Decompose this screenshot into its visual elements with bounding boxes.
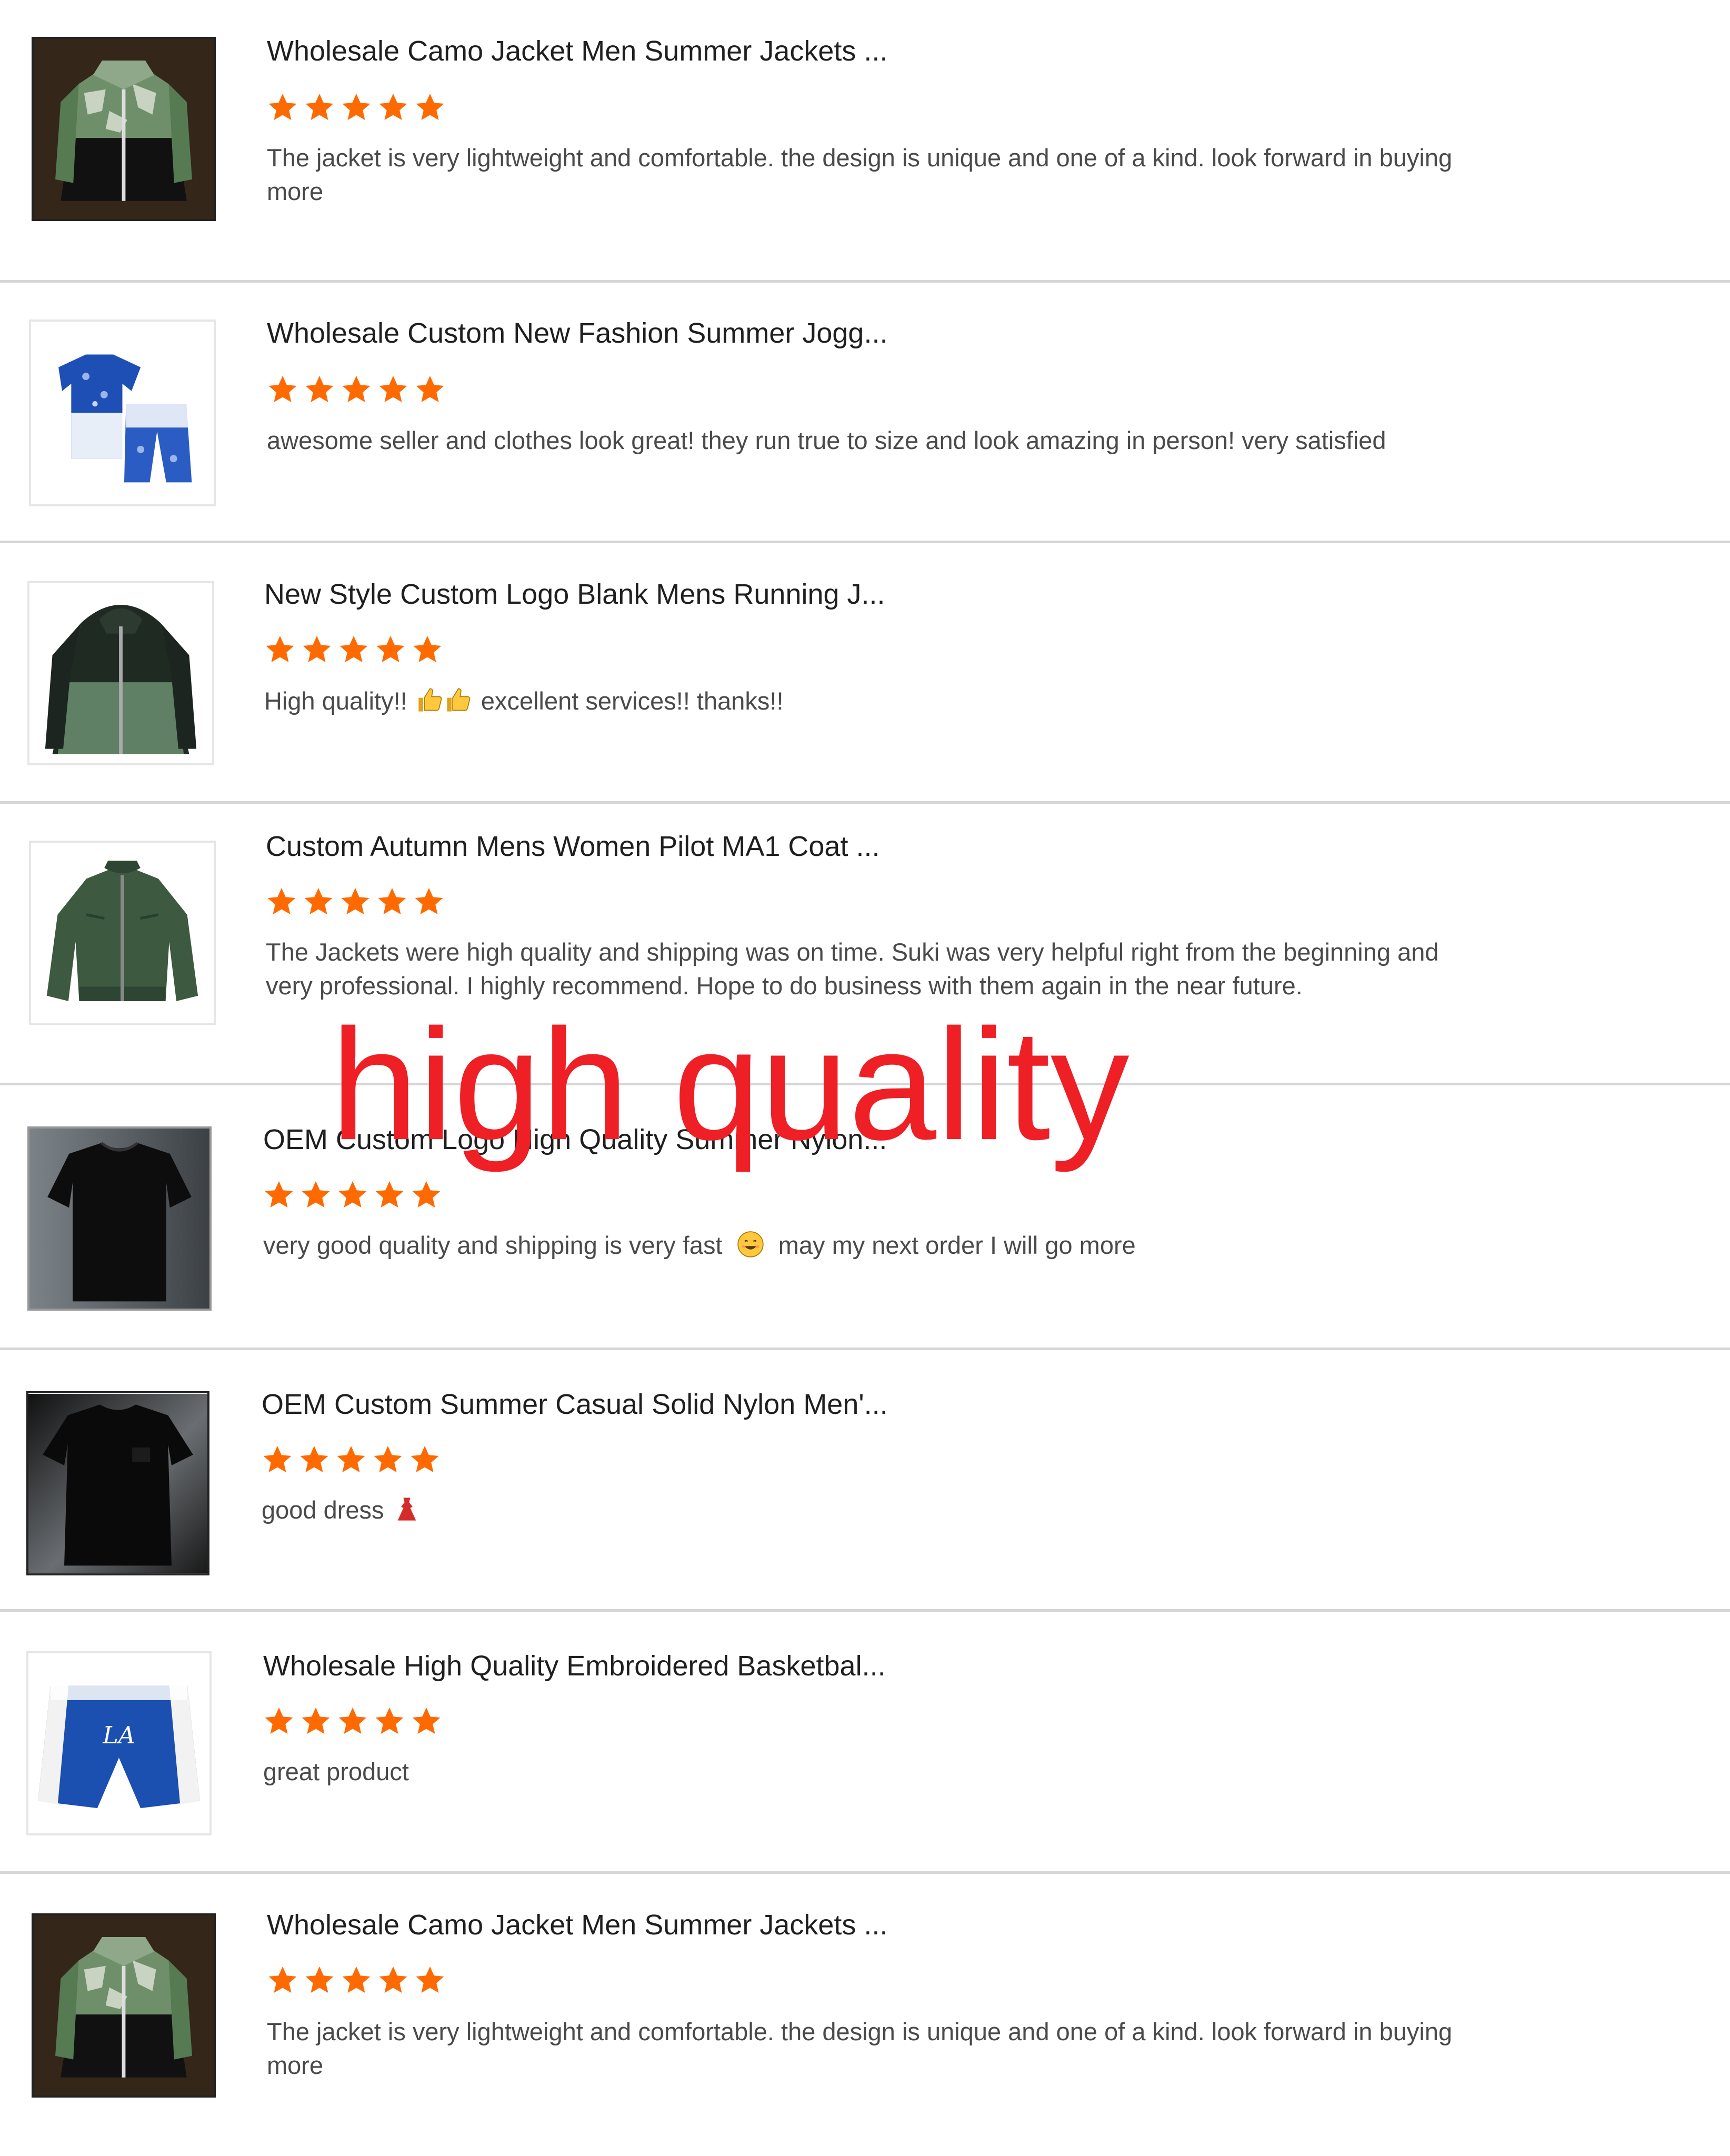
review-text-end: excellent services!! thanks!!: [481, 687, 784, 715]
star-icon: [304, 1964, 335, 1996]
star-icon: [377, 92, 409, 123]
rating-stars: [266, 886, 445, 917]
product-title[interactable]: Wholesale Camo Jacket Men Summer Jackets…: [267, 34, 887, 68]
star-icon: [304, 92, 335, 123]
review-item[interactable]: Wholesale Camo Jacket Men Summer Jackets…: [0, 1874, 1730, 2156]
review-text: The Jackets were high quality and shippi…: [266, 938, 1439, 1000]
review-text: The jacket is very lightweight and comfo…: [267, 2018, 1453, 2079]
thumbs-up-icon: [445, 686, 472, 714]
green-running-jacket-image: [31, 583, 211, 763]
review-text-end: may my next order I will go more: [778, 1231, 1136, 1259]
star-icon: [263, 1705, 295, 1737]
dress-icon: [393, 1495, 421, 1523]
thumbs-up-icon: [416, 686, 444, 714]
camo-jacket-image: [34, 39, 214, 219]
rating-stars: [262, 1444, 441, 1475]
review-text: very good quality and shipping is very f…: [263, 1229, 1474, 1262]
star-icon: [377, 374, 409, 405]
star-icon: [374, 1179, 405, 1211]
star-icon: [337, 1705, 368, 1737]
review-item[interactable]: LA Wholesale High Quality Embroidered Ba…: [0, 1612, 1730, 1872]
camo-jacket-image: [34, 1915, 214, 2095]
star-icon: [303, 886, 334, 917]
overlay-caption: high quality: [331, 996, 1129, 1173]
product-title[interactable]: Wholesale Custom New Fashion Summer Jogg…: [267, 316, 887, 351]
product-thumbnail[interactable]: [29, 320, 216, 506]
star-icon: [263, 1179, 295, 1211]
star-icon: [298, 1444, 330, 1475]
black-tshirt-dark-image: [28, 1394, 207, 1573]
product-thumbnail[interactable]: [26, 1391, 209, 1575]
star-icon: [267, 1964, 298, 1996]
product-thumbnail[interactable]: [32, 37, 216, 221]
star-icon: [409, 1444, 441, 1475]
star-icon: [411, 1179, 442, 1211]
rating-stars: [267, 92, 446, 123]
product-title[interactable]: New Style Custom Logo Blank Mens Running…: [264, 577, 885, 612]
star-icon: [341, 1964, 372, 1996]
star-icon: [372, 1444, 404, 1475]
star-icon: [414, 374, 446, 405]
product-title[interactable]: Custom Autumn Mens Women Pilot MA1 Coat …: [266, 829, 879, 864]
review-text: great product: [263, 1758, 409, 1785]
product-thumbnail[interactable]: [32, 1913, 216, 2098]
product-title[interactable]: Wholesale High Quality Embroidered Baske…: [263, 1649, 886, 1683]
review-text: awesome seller and clothes look great! t…: [267, 426, 1386, 454]
star-icon: [374, 1705, 405, 1737]
blue-tshirt-shorts-set-image: [31, 322, 214, 504]
product-thumbnail[interactable]: [27, 1126, 212, 1311]
rating-stars: [264, 634, 443, 665]
star-icon: [338, 634, 369, 665]
smiling-face-icon: [737, 1231, 764, 1258]
review-item[interactable]: New Style Custom Logo Blank Mens Running…: [0, 543, 1730, 801]
review-text: High quality!! excellent services!! than…: [264, 684, 1475, 718]
star-icon: [414, 1964, 446, 1996]
star-icon: [341, 374, 372, 405]
svg-text:LA: LA: [102, 1722, 135, 1749]
star-icon: [262, 1444, 293, 1475]
product-title[interactable]: OEM Custom Summer Casual Solid Nylon Men…: [262, 1387, 888, 1422]
star-icon: [304, 374, 335, 405]
star-icon: [413, 886, 445, 917]
star-icon: [335, 1444, 367, 1475]
review-item[interactable]: OEM Custom Summer Casual Solid Nylon Men…: [0, 1350, 1730, 1611]
review-text-start: very good quality and shipping is very f…: [263, 1231, 723, 1259]
star-icon: [411, 1705, 442, 1737]
star-icon: [337, 1179, 368, 1211]
star-icon: [412, 634, 443, 665]
star-icon: [267, 92, 298, 123]
rating-stars: [267, 374, 446, 405]
review-text-start: good dress: [262, 1496, 384, 1524]
review-text: The jacket is very lightweight and comfo…: [267, 144, 1453, 205]
star-icon: [341, 92, 372, 123]
star-icon: [267, 374, 298, 405]
star-icon: [300, 1705, 332, 1737]
star-icon: [301, 634, 333, 665]
product-title[interactable]: Wholesale Camo Jacket Men Summer Jackets…: [267, 1908, 887, 1942]
review-item[interactable]: Wholesale Camo Jacket Men Summer Jackets…: [0, 0, 1730, 282]
rating-stars: [267, 1964, 446, 1996]
review-text: good dress: [262, 1493, 1472, 1527]
product-thumbnail[interactable]: [27, 581, 214, 765]
star-icon: [376, 886, 408, 917]
star-icon: [264, 634, 296, 665]
review-item[interactable]: Wholesale Custom New Fashion Summer Jogg…: [0, 283, 1730, 541]
star-icon: [414, 92, 446, 123]
rating-stars: [263, 1179, 442, 1211]
black-tshirt-image: [29, 1129, 209, 1309]
product-thumbnail[interactable]: LA: [26, 1651, 212, 1835]
star-icon: [339, 886, 371, 917]
review-text-start: High quality!!: [264, 687, 407, 715]
rating-stars: [263, 1705, 442, 1737]
basketball-shorts-image: LA: [29, 1653, 209, 1833]
green-bomber-jacket-image: [32, 843, 213, 1023]
star-icon: [377, 1964, 409, 1996]
star-icon: [375, 634, 406, 665]
star-icon: [266, 886, 297, 917]
product-thumbnail[interactable]: [29, 841, 216, 1025]
star-icon: [300, 1179, 332, 1211]
